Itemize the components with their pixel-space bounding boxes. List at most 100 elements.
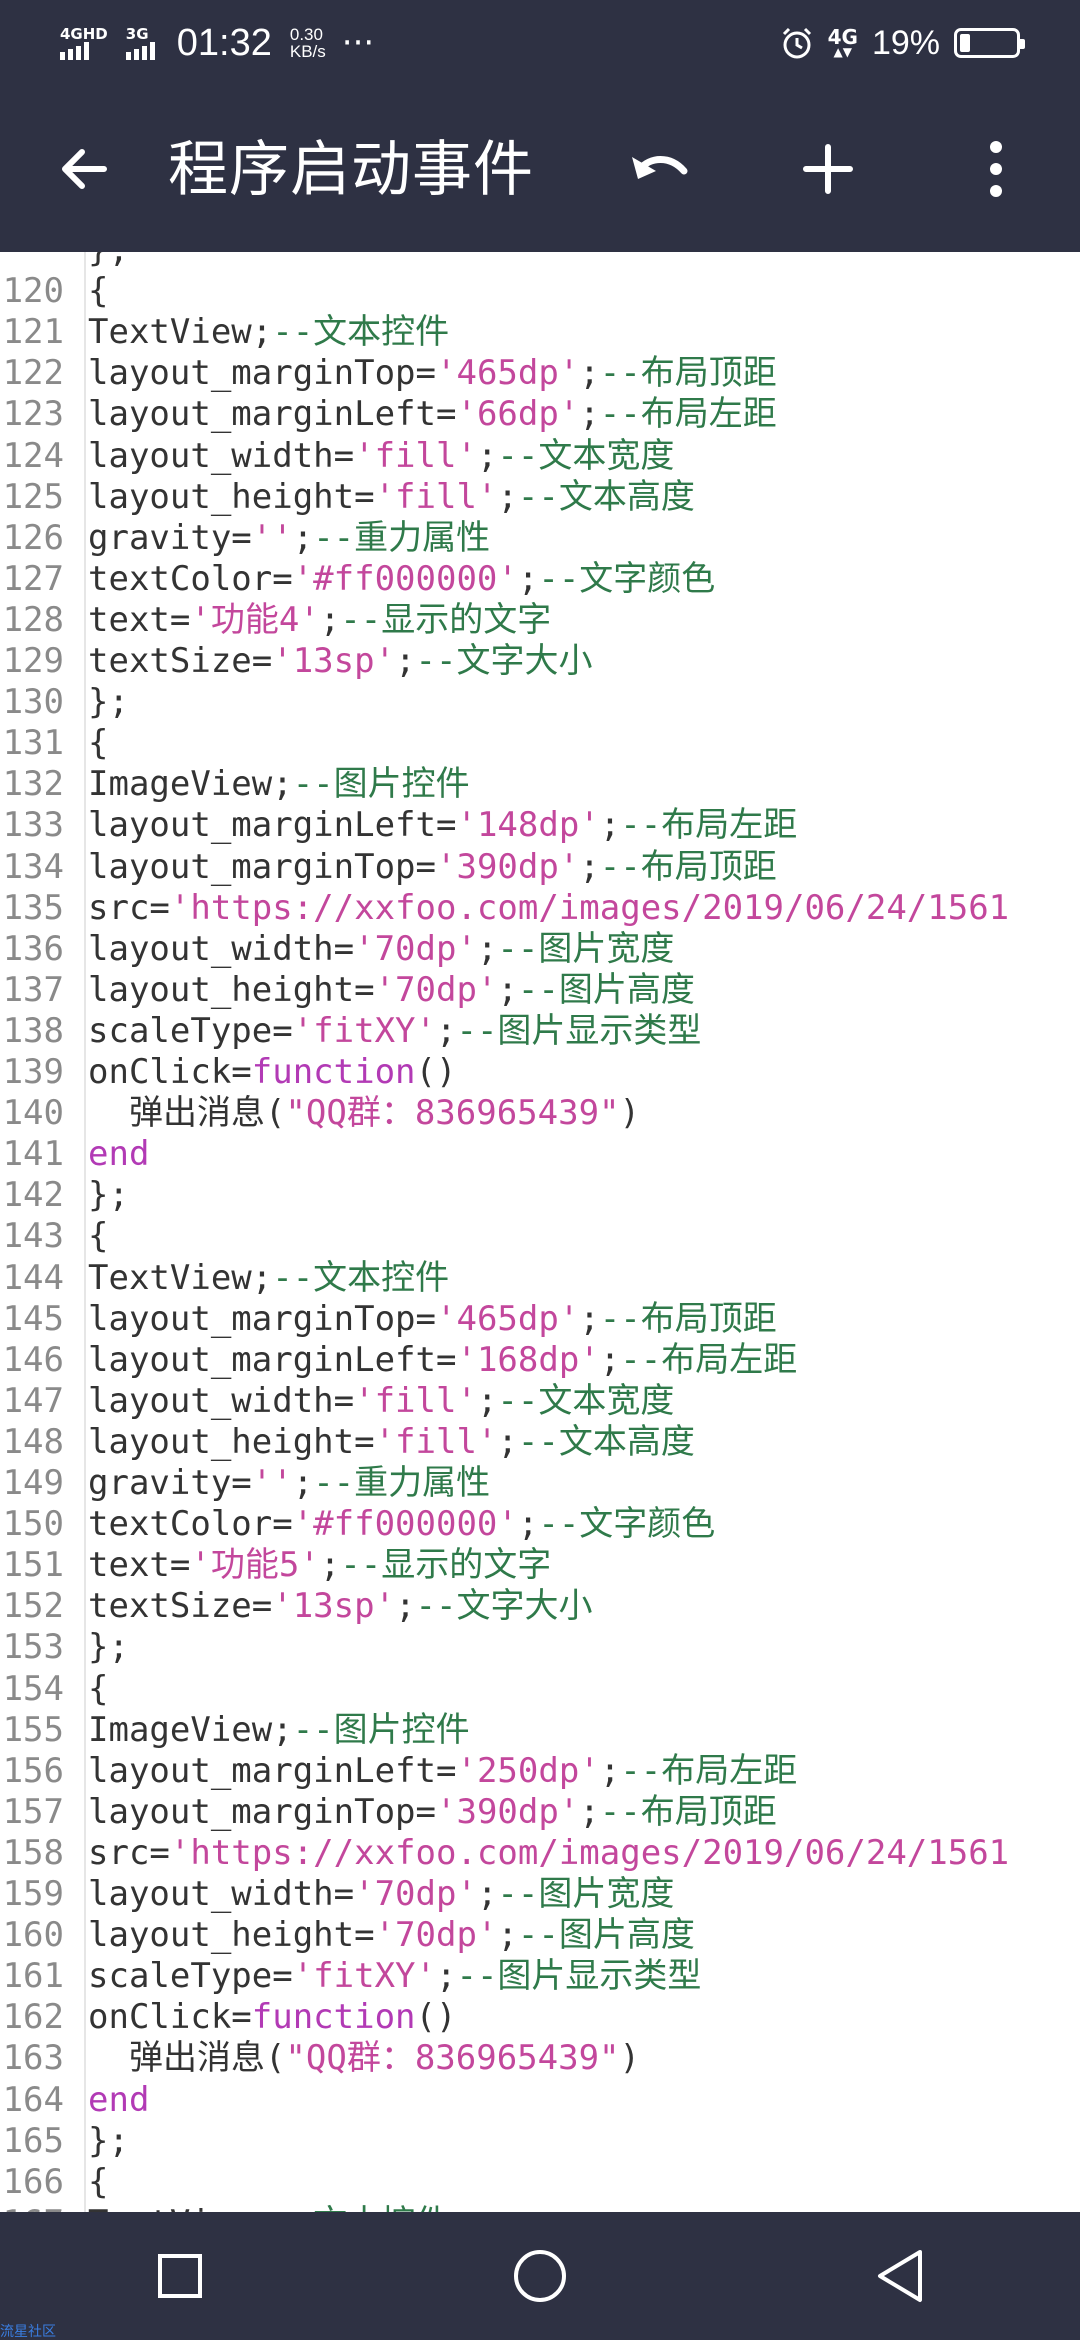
- comment-token: --文本高度: [517, 1421, 695, 1462]
- code-line[interactable]: 140 弹出消息("QQ群：836965439"): [0, 1093, 1080, 1134]
- code-text: layout_marginLeft='168dp';--布局左距: [88, 1340, 797, 1381]
- code-line[interactable]: 153};: [0, 1627, 1080, 1668]
- net-speed: 0.30 KB/s: [290, 26, 326, 60]
- code-token: textSize=: [88, 1586, 273, 1627]
- code-line[interactable]: 120 {: [0, 271, 1080, 312]
- code-line[interactable]: 123 layout_marginLeft='66dp';--布局左距: [0, 394, 1080, 435]
- line-number: 152: [2, 1586, 64, 1627]
- home-button[interactable]: [495, 2231, 585, 2321]
- code-line[interactable]: 149 gravity='';--重力属性: [0, 1463, 1080, 1504]
- add-button[interactable]: [788, 129, 868, 209]
- line-number: 163: [2, 2038, 64, 2079]
- net-speed-value: 0.30: [289, 25, 323, 44]
- code-text: text='功能5';--显示的文字: [88, 1545, 551, 1586]
- code-line[interactable]: 147 layout_width='fill';--文本宽度: [0, 1381, 1080, 1422]
- back-button[interactable]: [44, 129, 124, 209]
- code-line[interactable]: 157 layout_marginTop='390dp';--布局顶距: [0, 1792, 1080, 1833]
- code-line[interactable]: 124 layout_width='fill';--文本宽度: [0, 436, 1080, 477]
- code-line[interactable]: 161 scaleType='fitXY';--图片显示类型: [0, 1956, 1080, 1997]
- code-token: text=: [88, 1545, 191, 1586]
- line-number: 131: [2, 723, 64, 764]
- code-line[interactable]: 125 layout_height='fill';--文本高度: [0, 477, 1080, 518]
- code-token: ;: [436, 1956, 457, 1997]
- line-number: 147: [2, 1380, 64, 1421]
- comment-token: --布局左距: [620, 1339, 798, 1380]
- code-line[interactable]: 163 弹出消息("QQ群：836965439"): [0, 2038, 1080, 2079]
- code-line[interactable]: 162 onClick=function(): [0, 1997, 1080, 2038]
- code-editor[interactable]: };120{121TextView;--文本控件122layout_margin…: [0, 252, 1080, 2212]
- battery-level: [960, 34, 971, 52]
- code-text: 弹出消息("QQ群：836965439"): [88, 1093, 640, 1134]
- code-line[interactable]: 155 ImageView;--图片控件: [0, 1710, 1080, 1751]
- line-number: 121: [2, 312, 64, 353]
- code-line[interactable]: 165};: [0, 2121, 1080, 2162]
- line-number: 153: [2, 1627, 64, 1668]
- code-line[interactable]: 152 textSize='13sp';--文字大小: [0, 1586, 1080, 1627]
- line-number: 149: [2, 1463, 64, 1503]
- code-line[interactable]: 122 layout_marginTop='465dp';--布局顶距: [0, 353, 1080, 394]
- string-token: '465dp': [436, 353, 580, 394]
- comment-token: --图片控件: [292, 1709, 470, 1750]
- undo-button[interactable]: [620, 129, 700, 209]
- code-line[interactable]: 146 layout_marginLeft='168dp';--布局左距: [0, 1340, 1080, 1381]
- code-line[interactable]: 121 TextView;--文本控件: [0, 312, 1080, 353]
- code-line[interactable]: 166 {: [0, 2162, 1080, 2203]
- comment-token: --图片显示类型: [456, 1010, 702, 1051]
- code-line[interactable]: 167 TextView;--文本控件: [0, 2203, 1080, 2212]
- code-token: layout_width=: [88, 928, 355, 969]
- code-text: layout_height='70dp';--图片高度: [88, 970, 695, 1011]
- back-nav-button[interactable]: [855, 2231, 945, 2321]
- code-line[interactable]: 159 layout_width='70dp';--图片宽度: [0, 1874, 1080, 1915]
- code-line[interactable]: 126 gravity='';--重力属性: [0, 518, 1080, 559]
- code-line[interactable]: 127 textColor='#ff000000';--文字颜色: [0, 559, 1080, 600]
- comment-token: --布局顶距: [599, 1791, 777, 1832]
- code-token: ;: [436, 1010, 457, 1051]
- code-line[interactable]: 131 {: [0, 723, 1080, 764]
- code-line[interactable]: 142};: [0, 1175, 1080, 1216]
- code-line[interactable]: 154 {: [0, 1669, 1080, 1710]
- code-line[interactable]: 141 end: [0, 1134, 1080, 1175]
- code-text: layout_marginTop='390dp';--布局顶距: [88, 847, 777, 888]
- string-token: '168dp': [456, 1339, 600, 1380]
- recents-button[interactable]: [135, 2231, 225, 2321]
- code-line[interactable]: 156 layout_marginLeft='250dp';--布局左距: [0, 1751, 1080, 1792]
- line-number: 164: [2, 2079, 64, 2120]
- code-line[interactable]: 135 src='https://xxfoo.com/images/2019/06…: [0, 888, 1080, 929]
- code-line[interactable]: 137 layout_height='70dp';--图片高度: [0, 970, 1080, 1011]
- code-line[interactable]: 164 end: [0, 2080, 1080, 2121]
- more-menu-button[interactable]: [956, 129, 1036, 209]
- code-token: };: [88, 252, 129, 270]
- code-line[interactable]: 139 onClick=function(): [0, 1052, 1080, 1093]
- network-4g-icon: 4G ▲▼: [827, 25, 858, 59]
- code-line[interactable]: 158 src='https://xxfoo.com/images/2019/06…: [0, 1833, 1080, 1874]
- line-number: 126: [2, 517, 64, 558]
- code-line[interactable]: 150 textColor='#ff000000';--文字颜色: [0, 1504, 1080, 1545]
- code-line[interactable]: 128 text='功能4';--显示的文字: [0, 600, 1080, 641]
- code-line[interactable]: 133 layout_marginLeft='148dp';--布局左距: [0, 805, 1080, 846]
- code-line[interactable]: 136 layout_width='70dp';--图片宽度: [0, 929, 1080, 970]
- code-line[interactable]: };: [0, 252, 1080, 271]
- code-line[interactable]: 132 ImageView;--图片控件: [0, 764, 1080, 805]
- code-line[interactable]: 134 layout_marginTop='390dp';--布局顶距: [0, 847, 1080, 888]
- code-line[interactable]: 138 scaleType='fitXY';--图片显示类型: [0, 1011, 1080, 1052]
- string-token: 'fitXY': [292, 1956, 436, 1997]
- string-token: "QQ群：836965439": [285, 2038, 620, 2079]
- code-token: ;: [579, 1791, 600, 1832]
- code-line[interactable]: 129 textSize='13sp';--文字大小: [0, 641, 1080, 682]
- code-line[interactable]: 148 layout_height='fill';--文本高度: [0, 1422, 1080, 1463]
- code-line[interactable]: 151 text='功能5';--显示的文字: [0, 1545, 1080, 1586]
- code-line[interactable]: 144 TextView;--文本控件: [0, 1258, 1080, 1299]
- code-token: ImageView;: [88, 764, 293, 805]
- code-line[interactable]: 143 {: [0, 1216, 1080, 1257]
- comment-token: --重力属性: [313, 517, 491, 558]
- code-text: layout_width='70dp';--图片宽度: [88, 929, 674, 970]
- code-text: layout_width='70dp';--图片宽度: [88, 1874, 674, 1915]
- line-number: 161: [2, 1956, 64, 1997]
- code-token: layout_width=: [88, 1380, 355, 1421]
- string-token: 'https://xxfoo.com/images/2019/06/24/156…: [169, 1832, 1010, 1873]
- line-number: 167: [0, 2203, 64, 2212]
- code-line[interactable]: 160 layout_height='70dp';--图片高度: [0, 1915, 1080, 1956]
- line-number: 135: [2, 887, 64, 928]
- code-line[interactable]: 145 layout_marginTop='465dp';--布局顶距: [0, 1299, 1080, 1340]
- code-line[interactable]: 130};: [0, 682, 1080, 723]
